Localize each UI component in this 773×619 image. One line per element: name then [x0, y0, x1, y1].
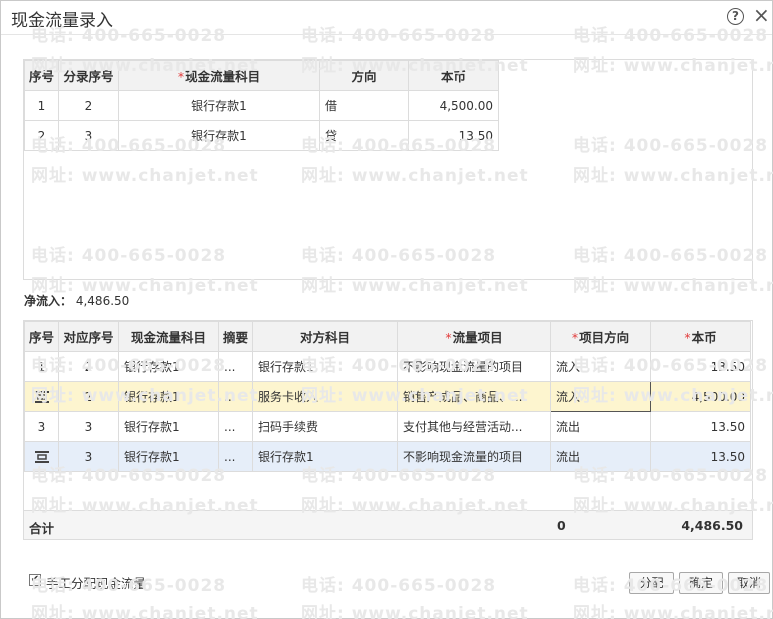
cell-subject[interactable]: 银行存款1	[118, 351, 219, 382]
cancel-button[interactable]: 取消	[728, 572, 770, 594]
col-header-seq: 序号	[24, 60, 59, 91]
watermark-phone: 电话: 400-665-0028	[301, 576, 497, 596]
required-mark: *	[177, 69, 185, 84]
table-header-row: 序号 分录序号 *现金流量科目 方向 本币	[24, 60, 499, 91]
col-header-label: 现金流量科目	[185, 69, 261, 84]
net-inflow: 净流入： 4,486.50	[24, 292, 129, 309]
cash-flow-items-grid: 序号 对应序号 现金流量科目 摘要 对方科目 *流量项目 *项目方向 *本币 1…	[23, 320, 753, 540]
total-item-direction: 0	[557, 518, 566, 533]
cell-amount: 13.50	[408, 120, 499, 151]
cell-seq: 2	[24, 120, 59, 151]
table-row[interactable]: 1 2 银行存款1 ... 银行存款1 不影响现金流量的项目 流入 13.50	[24, 351, 751, 382]
watermark-site: 网址: www.chanjet.net	[573, 604, 773, 619]
col-header-amount: 本币	[408, 60, 499, 91]
col-header-label: 项目方向	[579, 330, 630, 345]
table-row[interactable]: 3 3 银行存款1 ... 扫码手续费 支付其他与经营活动... 流出 13.5…	[24, 411, 751, 442]
col-header-item-direction: *项目方向	[550, 321, 651, 352]
cell-subject[interactable]: 银行存款1	[118, 120, 320, 151]
cell-amount: 4,500.00	[408, 90, 499, 121]
cell-seq: 1	[24, 351, 59, 382]
dialog-title: 现金流量录入	[11, 11, 113, 31]
watermark-site: 网址: www.chanjet.net	[31, 604, 259, 619]
cell-summary[interactable]: ...	[218, 381, 253, 412]
split-row-icon[interactable]	[24, 381, 59, 412]
cell-subject[interactable]: 银行存款1	[118, 90, 320, 121]
table-row[interactable]: 1 2 银行存款1 借 4,500.00	[24, 90, 499, 121]
cell-summary[interactable]: ...	[218, 441, 253, 472]
cell-flow-item[interactable]: 不影响现金流量的项目	[397, 441, 551, 472]
cell-counter-subject[interactable]: 扫码手续费	[252, 411, 398, 442]
col-header-cash-subject: *现金流量科目	[118, 60, 320, 91]
total-label: 合计	[29, 521, 55, 536]
cell-entry-seq: 3	[58, 120, 119, 151]
required-mark: *	[571, 330, 579, 345]
cell-direction: 贷	[319, 120, 409, 151]
col-header-amount: *本币	[650, 321, 751, 352]
cell-direction: 借	[319, 90, 409, 121]
cell-item-direction[interactable]: 流入	[550, 351, 651, 382]
table-header-row: 序号 对应序号 现金流量科目 摘要 对方科目 *流量项目 *项目方向 *本币	[24, 321, 751, 352]
cell-corr-seq: 3	[58, 411, 119, 442]
voucher-entries-grid: 序号 分录序号 *现金流量科目 方向 本币 1 2 银行存款1 借 4,500.…	[23, 59, 753, 280]
col-header-direction: 方向	[319, 60, 409, 91]
cell-corr-seq: 3	[58, 441, 119, 472]
cell-amount[interactable]: 13.50	[650, 441, 751, 472]
manual-allocate-checkbox[interactable]: ✔	[29, 574, 41, 586]
col-header-entry-seq: 分录序号	[58, 60, 119, 91]
col-header-corr-seq: 对应序号	[58, 321, 119, 352]
title-bar: 现金流量录入 ? ×	[1, 1, 772, 35]
cash-flow-entry-dialog: 现金流量录入 ? × 电话: 400-665-0028 电话: 400-665-…	[0, 0, 773, 619]
cell-subject[interactable]: 银行存款1	[118, 441, 219, 472]
allocate-button[interactable]: 分配	[629, 572, 674, 594]
cell-counter-subject[interactable]: 服务卡收入	[252, 381, 398, 412]
col-header-label: 本币	[691, 330, 717, 345]
col-header-flow-item: *流量项目	[397, 321, 551, 352]
cell-flow-item[interactable]: 不影响现金流量的项目	[397, 351, 551, 382]
cell-summary[interactable]: ...	[218, 351, 253, 382]
table-row[interactable]: 3 银行存款1 ... 银行存款1 不影响现金流量的项目 流出 13.50	[24, 441, 751, 472]
cell-amount[interactable]: 13.50	[650, 411, 751, 442]
required-mark: *	[445, 330, 452, 345]
ok-button[interactable]: 确定	[679, 572, 723, 594]
table-row[interactable]: 2 3 银行存款1 贷 13.50	[24, 120, 499, 151]
split-row-icon-svg	[34, 391, 49, 403]
net-inflow-value: 4,486.50	[75, 294, 130, 308]
col-header-label: 流量项目	[452, 330, 503, 345]
cell-subject[interactable]: 银行存款1	[118, 381, 219, 412]
col-header-summary: 摘要	[218, 321, 253, 352]
cell-counter-subject[interactable]: 银行存款1	[252, 351, 398, 382]
cell-item-direction[interactable]: 流出	[550, 441, 651, 472]
question-circle-icon[interactable]: ?	[727, 8, 744, 25]
cell-corr-seq: 2	[58, 351, 119, 382]
total-amount: 4,486.50	[681, 518, 743, 533]
split-row-icon-svg	[34, 451, 49, 463]
total-row: 合计 0 4,486.50	[24, 510, 752, 539]
net-inflow-label: 净流入：	[24, 294, 73, 308]
required-mark: *	[684, 330, 691, 345]
cell-flow-item[interactable]: 销售产成品、商品、...	[397, 381, 551, 412]
cash-flow-items-table: 序号 对应序号 现金流量科目 摘要 对方科目 *流量项目 *项目方向 *本币 1…	[24, 321, 751, 472]
cell-amount[interactable]: 13.50	[650, 351, 751, 382]
watermark-site: 网址: www.chanjet.net	[301, 604, 529, 619]
col-header-cash-subject: 现金流量科目	[118, 321, 219, 352]
cell-item-direction[interactable]: 流入	[550, 381, 651, 412]
cell-corr-seq: 2	[58, 381, 119, 412]
table-row[interactable]: 2 银行存款1 ... 服务卡收入 销售产成品、商品、... 流入 4,500.…	[24, 381, 751, 412]
cell-item-direction[interactable]: 流出	[550, 411, 651, 442]
cell-summary[interactable]: ...	[218, 411, 253, 442]
split-row-icon[interactable]	[24, 441, 59, 472]
voucher-entries-table: 序号 分录序号 *现金流量科目 方向 本币 1 2 银行存款1 借 4,500.…	[24, 60, 499, 151]
cell-flow-item[interactable]: 支付其他与经营活动...	[397, 411, 551, 442]
col-header-seq: 序号	[24, 321, 59, 352]
manual-allocate-label[interactable]: 手工分配现金流量	[46, 573, 146, 592]
cell-seq: 3	[24, 411, 59, 442]
close-icon[interactable]: ×	[753, 5, 770, 25]
cell-seq: 1	[24, 90, 59, 121]
cell-entry-seq: 2	[58, 90, 119, 121]
cell-subject[interactable]: 银行存款1	[118, 411, 219, 442]
col-header-counter-subject: 对方科目	[252, 321, 398, 352]
cell-amount[interactable]: 4,500.00	[650, 381, 751, 412]
cell-counter-subject[interactable]: 银行存款1	[252, 441, 398, 472]
